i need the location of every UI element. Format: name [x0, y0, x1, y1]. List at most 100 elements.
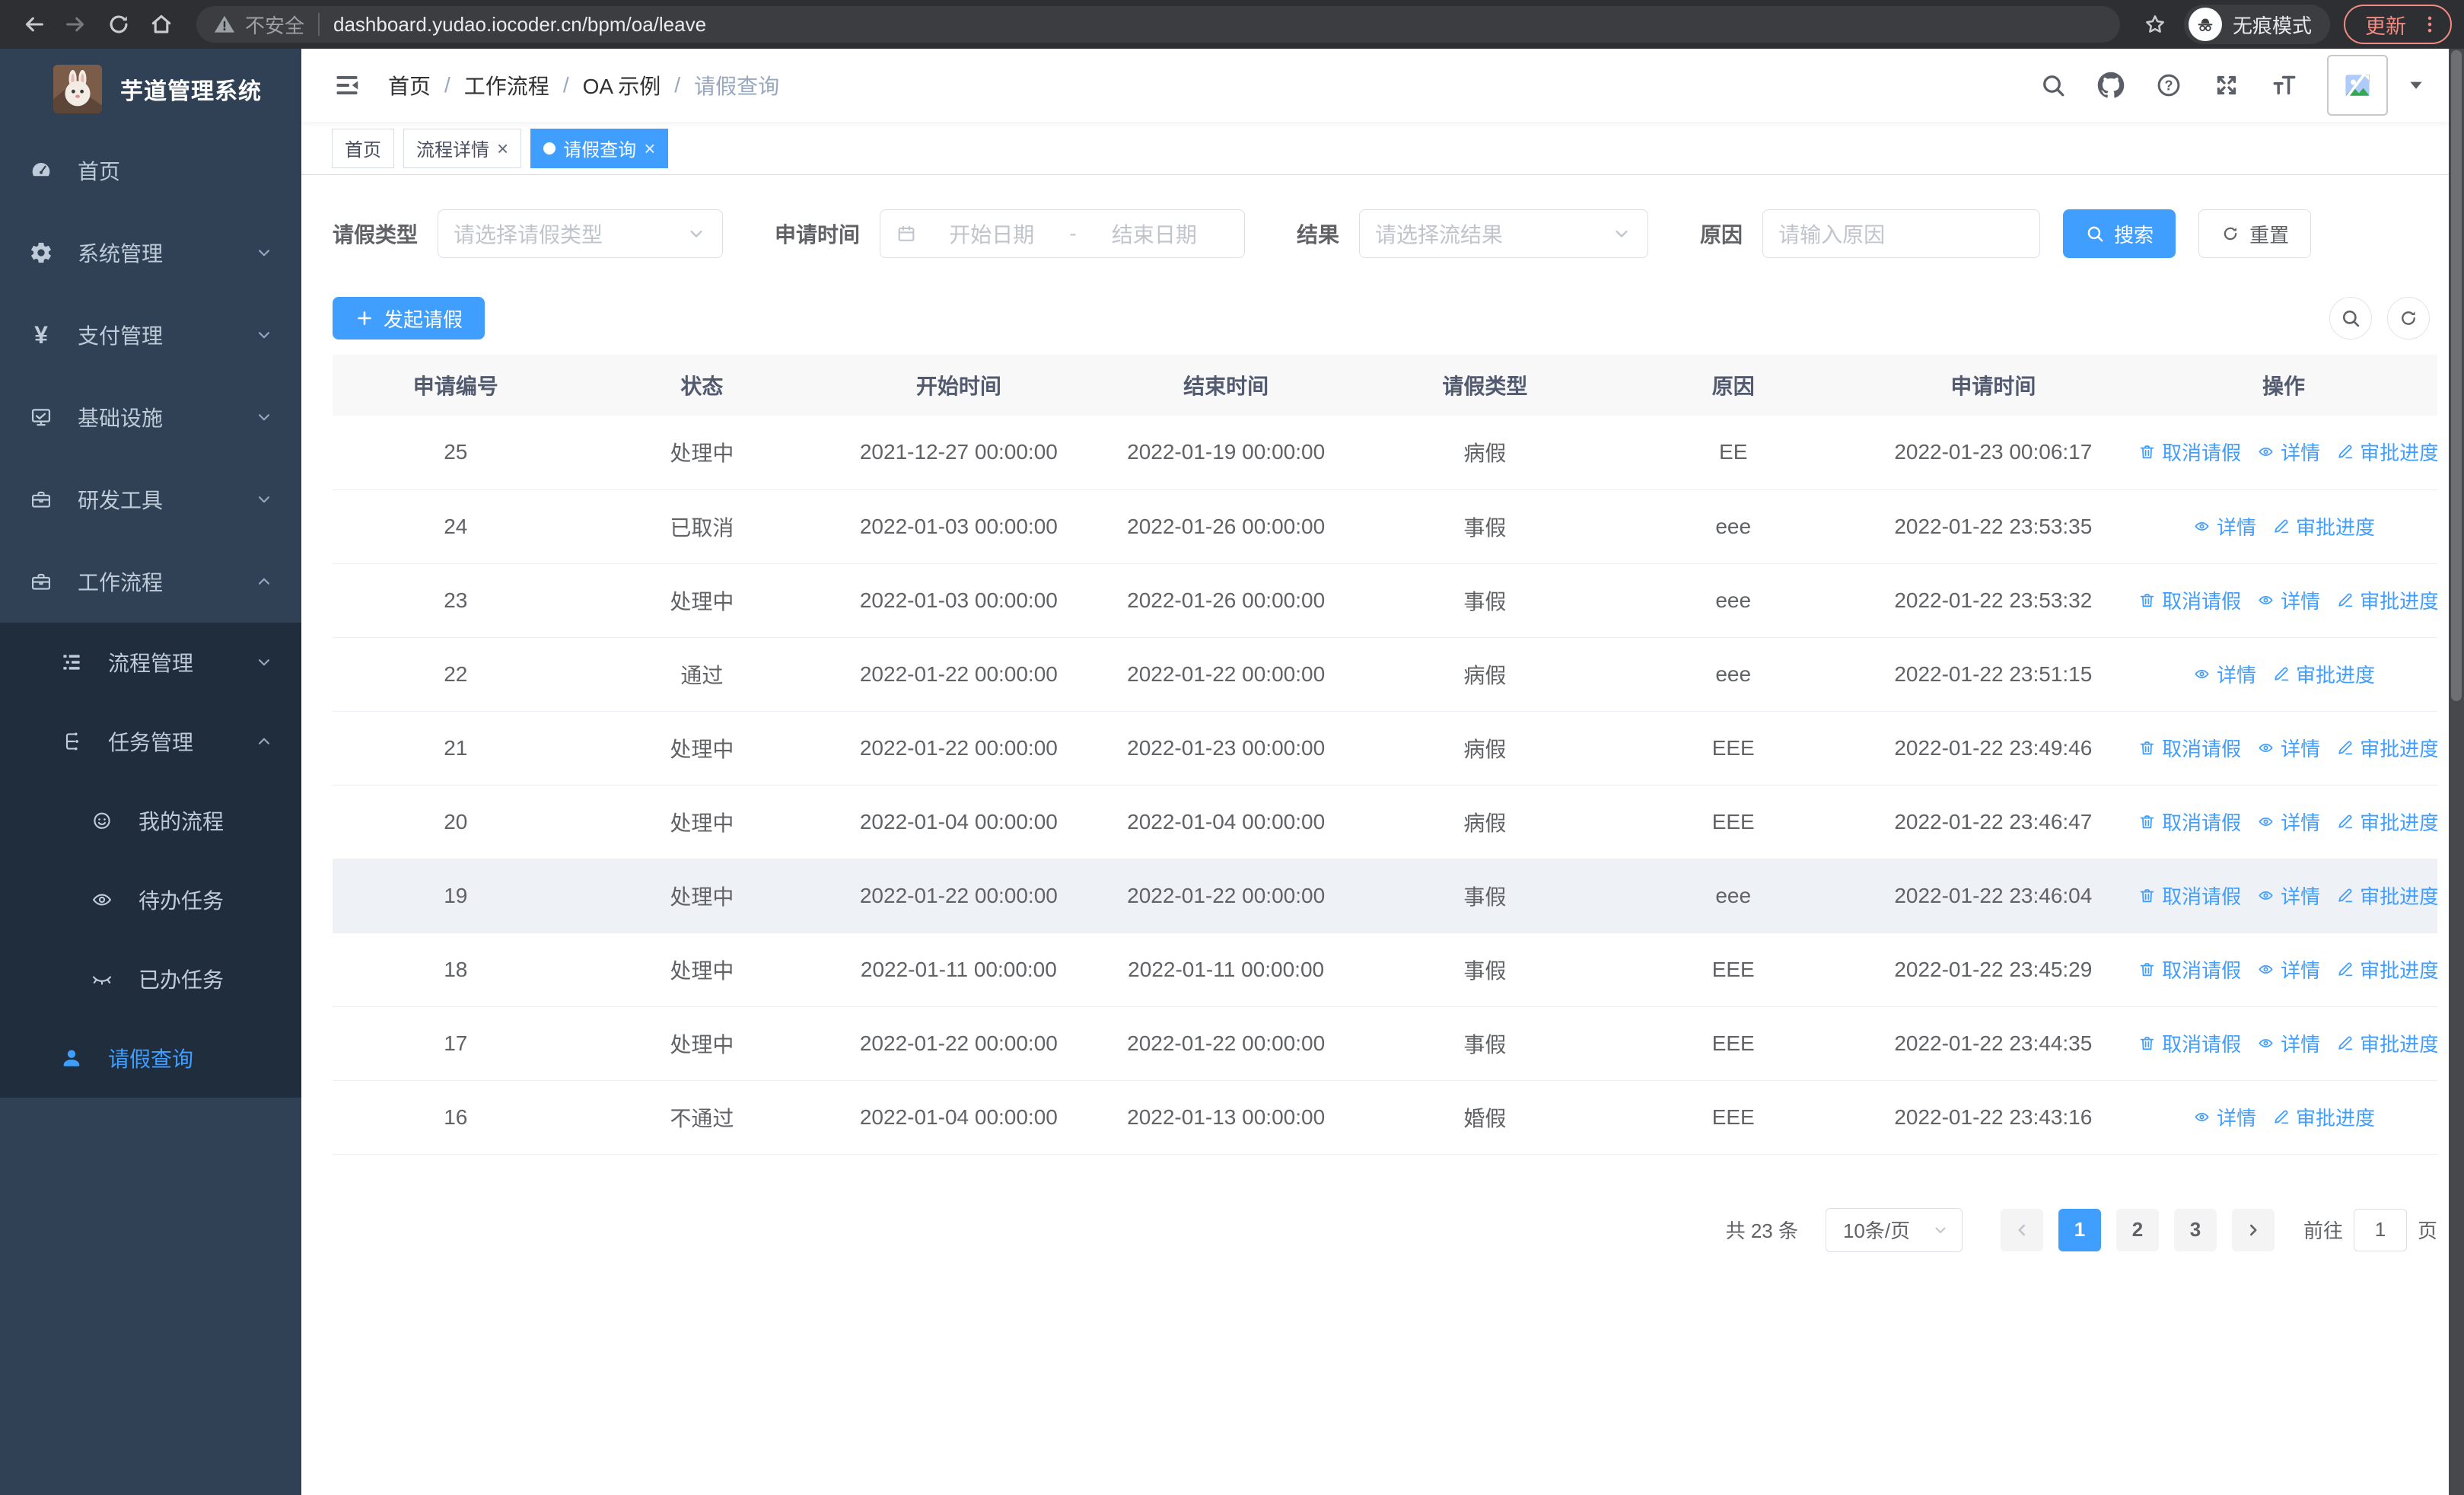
breadcrumb-item[interactable]: OA 示例: [583, 70, 661, 100]
sidebar-item-done-tasks[interactable]: 已办任务: [0, 939, 301, 1018]
action-progress-link[interactable]: 审批进度: [2335, 955, 2437, 983]
action-progress-link[interactable]: 审批进度: [2335, 881, 2437, 910]
tab-请假查询[interactable]: 请假查询 ×: [530, 128, 669, 168]
logo[interactable]: 芋道管理系统: [0, 49, 301, 129]
action-progress-link[interactable]: 审批进度: [2335, 734, 2437, 762]
sidebar-item-leave-query[interactable]: 请假查询: [0, 1018, 301, 1098]
cell-apply-time: 2022-01-22 23:44:35: [1856, 1006, 2131, 1081]
action-progress-link[interactable]: 审批进度: [2335, 1029, 2437, 1057]
scrollbar-thumb[interactable]: [2451, 50, 2462, 701]
action-progress-link[interactable]: 审批进度: [2335, 808, 2437, 836]
cell-end-time: 2022-01-11 00:00:00: [1092, 932, 1360, 1007]
action-detail-link[interactable]: 详情: [2256, 1029, 2320, 1057]
action-detail-link[interactable]: 详情: [2256, 955, 2320, 983]
browser-chrome: 不安全 dashboard.yudao.iocoder.cn/bpm/oa/le…: [0, 0, 2464, 49]
action-detail-link[interactable]: 详情: [2192, 512, 2256, 540]
cell-actions: 详情 审批进度: [2130, 1080, 2437, 1155]
action-progress-link[interactable]: 审批进度: [2271, 660, 2375, 688]
action-cancel-link[interactable]: 取消请假: [2138, 1029, 2241, 1057]
sidebar-item-infrastructure[interactable]: 基础设施: [0, 376, 301, 458]
action-detail-link[interactable]: 详情: [2256, 586, 2320, 614]
action-cancel-link[interactable]: 取消请假: [2138, 438, 2241, 466]
help-icon[interactable]: ?: [2154, 70, 2184, 100]
sidebar-item-home[interactable]: 首页: [0, 129, 301, 212]
sidebar-item-task-management[interactable]: 任务管理: [0, 702, 301, 781]
action-cancel-link[interactable]: 取消请假: [2138, 734, 2241, 762]
browser-forward-icon[interactable]: [59, 8, 93, 41]
cell-apply-time: 2022-01-22 23:46:04: [1856, 859, 2131, 933]
table-row: 20 处理中 2022-01-04 00:00:00 2022-01-04 00:00…: [333, 785, 2437, 859]
apply-time-range-picker[interactable]: 开始日期 - 结束日期: [880, 209, 1246, 258]
bookmark-star-icon[interactable]: [2138, 8, 2172, 41]
cell-apply-time: 2022-01-23 00:06:17: [1856, 416, 2131, 490]
action-progress-link[interactable]: 审批进度: [2335, 438, 2437, 466]
result-select[interactable]: 请选择流结果: [1359, 209, 1649, 258]
font-size-icon[interactable]: [2269, 70, 2300, 100]
tab-首页[interactable]: 首页: [332, 128, 394, 168]
goto-page-input[interactable]: [2353, 1208, 2407, 1251]
sidebar-item-process-management[interactable]: 流程管理: [0, 623, 301, 702]
update-button[interactable]: 更新: [2344, 5, 2452, 44]
refresh-table-button[interactable]: [2387, 297, 2430, 339]
action-detail-link[interactable]: 详情: [2256, 808, 2320, 836]
pagination-prev-button[interactable]: [2000, 1208, 2043, 1251]
pagination-next-button[interactable]: [2231, 1208, 2275, 1251]
sidebar-item-dev-tools[interactable]: 研发工具: [0, 458, 301, 540]
sidebar-collapse-icon[interactable]: [332, 70, 362, 100]
sidebar-item-todo-tasks[interactable]: 待办任务: [0, 860, 301, 939]
reason-input[interactable]: 请输入原因: [1762, 209, 2041, 258]
browser-reload-icon[interactable]: [102, 8, 135, 41]
action-cancel-link[interactable]: 取消请假: [2138, 881, 2241, 910]
leave-table: 申请编号 状态 开始时间 结束时间 请假类型 原因 申请时间 操作 25 处理中 2021-12-…: [333, 355, 2437, 1155]
cell-actions: 取消请假 详情 审批进度: [2130, 563, 2437, 638]
github-icon[interactable]: [2096, 70, 2126, 100]
page-size-select[interactable]: 10条/页: [1825, 1207, 1963, 1252]
browser-home-icon[interactable]: [145, 8, 178, 41]
search-button[interactable]: 搜索: [2063, 209, 2176, 258]
browser-menu-dots-icon[interactable]: [2418, 8, 2441, 41]
action-detail-link[interactable]: 详情: [2192, 660, 2256, 688]
browser-back-icon[interactable]: [17, 8, 50, 41]
browser-scrollbar[interactable]: [2449, 49, 2464, 1495]
user-avatar[interactable]: [2327, 55, 2388, 116]
reset-button[interactable]: 重置: [2198, 209, 2312, 258]
action-cancel-link[interactable]: 取消请假: [2138, 808, 2241, 836]
incognito-label: 无痕模式: [2232, 14, 2312, 37]
action-progress-link[interactable]: 审批进度: [2271, 512, 2375, 540]
fullscreen-icon[interactable]: [2211, 70, 2242, 100]
cell-start-time: 2022-01-22 00:00:00: [825, 859, 1093, 933]
caret-down-icon[interactable]: [2406, 75, 2426, 95]
sidebar-item-my-process[interactable]: 我的流程: [0, 781, 301, 860]
search-icon[interactable]: [2038, 70, 2068, 100]
sidebar-item-payment-management[interactable]: ¥ 支付管理: [0, 294, 301, 376]
sidebar-item-label: 基础设施: [78, 406, 164, 430]
action-detail-link[interactable]: 详情: [2192, 1103, 2256, 1131]
top-navbar: 首页 / 工作流程 / OA 示例 / 请假查询 ?: [301, 49, 2449, 122]
action-detail-link[interactable]: 详情: [2256, 438, 2320, 466]
page-button-1[interactable]: 1: [2058, 1208, 2101, 1251]
browser-url-bar[interactable]: 不安全 dashboard.yudao.iocoder.cn/bpm/oa/le…: [196, 6, 2120, 43]
action-detail-link[interactable]: 详情: [2256, 734, 2320, 762]
leave-type-select[interactable]: 请选择请假类型: [438, 209, 724, 258]
create-leave-button[interactable]: 发起请假: [333, 297, 485, 339]
action-cancel-link[interactable]: 取消请假: [2138, 586, 2241, 614]
column-header: 申请编号: [333, 355, 579, 416]
close-icon[interactable]: ×: [644, 139, 655, 158]
cell-start-time: 2022-01-03 00:00:00: [825, 563, 1093, 638]
breadcrumb-item[interactable]: 工作流程: [464, 70, 549, 100]
cell-leave-type: 婚假: [1359, 1080, 1610, 1155]
page-button-3[interactable]: 3: [2173, 1208, 2217, 1251]
tab-流程详情[interactable]: 流程详情 ×: [403, 128, 522, 168]
action-detail-link[interactable]: 详情: [2256, 881, 2320, 910]
sidebar-item-workflow[interactable]: 工作流程: [0, 540, 301, 623]
breadcrumb-item[interactable]: 首页: [388, 70, 431, 100]
sidebar-item-system-management[interactable]: 系统管理: [0, 212, 301, 294]
action-progress-link[interactable]: 审批进度: [2335, 586, 2437, 614]
toggle-search-button[interactable]: [2329, 297, 2372, 339]
logo-avatar: [53, 65, 102, 113]
action-progress-link[interactable]: 审批进度: [2271, 1103, 2375, 1131]
action-cancel-link[interactable]: 取消请假: [2138, 955, 2241, 983]
view-icon: [2256, 812, 2275, 831]
page-button-2[interactable]: 2: [2115, 1208, 2159, 1251]
close-icon[interactable]: ×: [497, 139, 508, 158]
